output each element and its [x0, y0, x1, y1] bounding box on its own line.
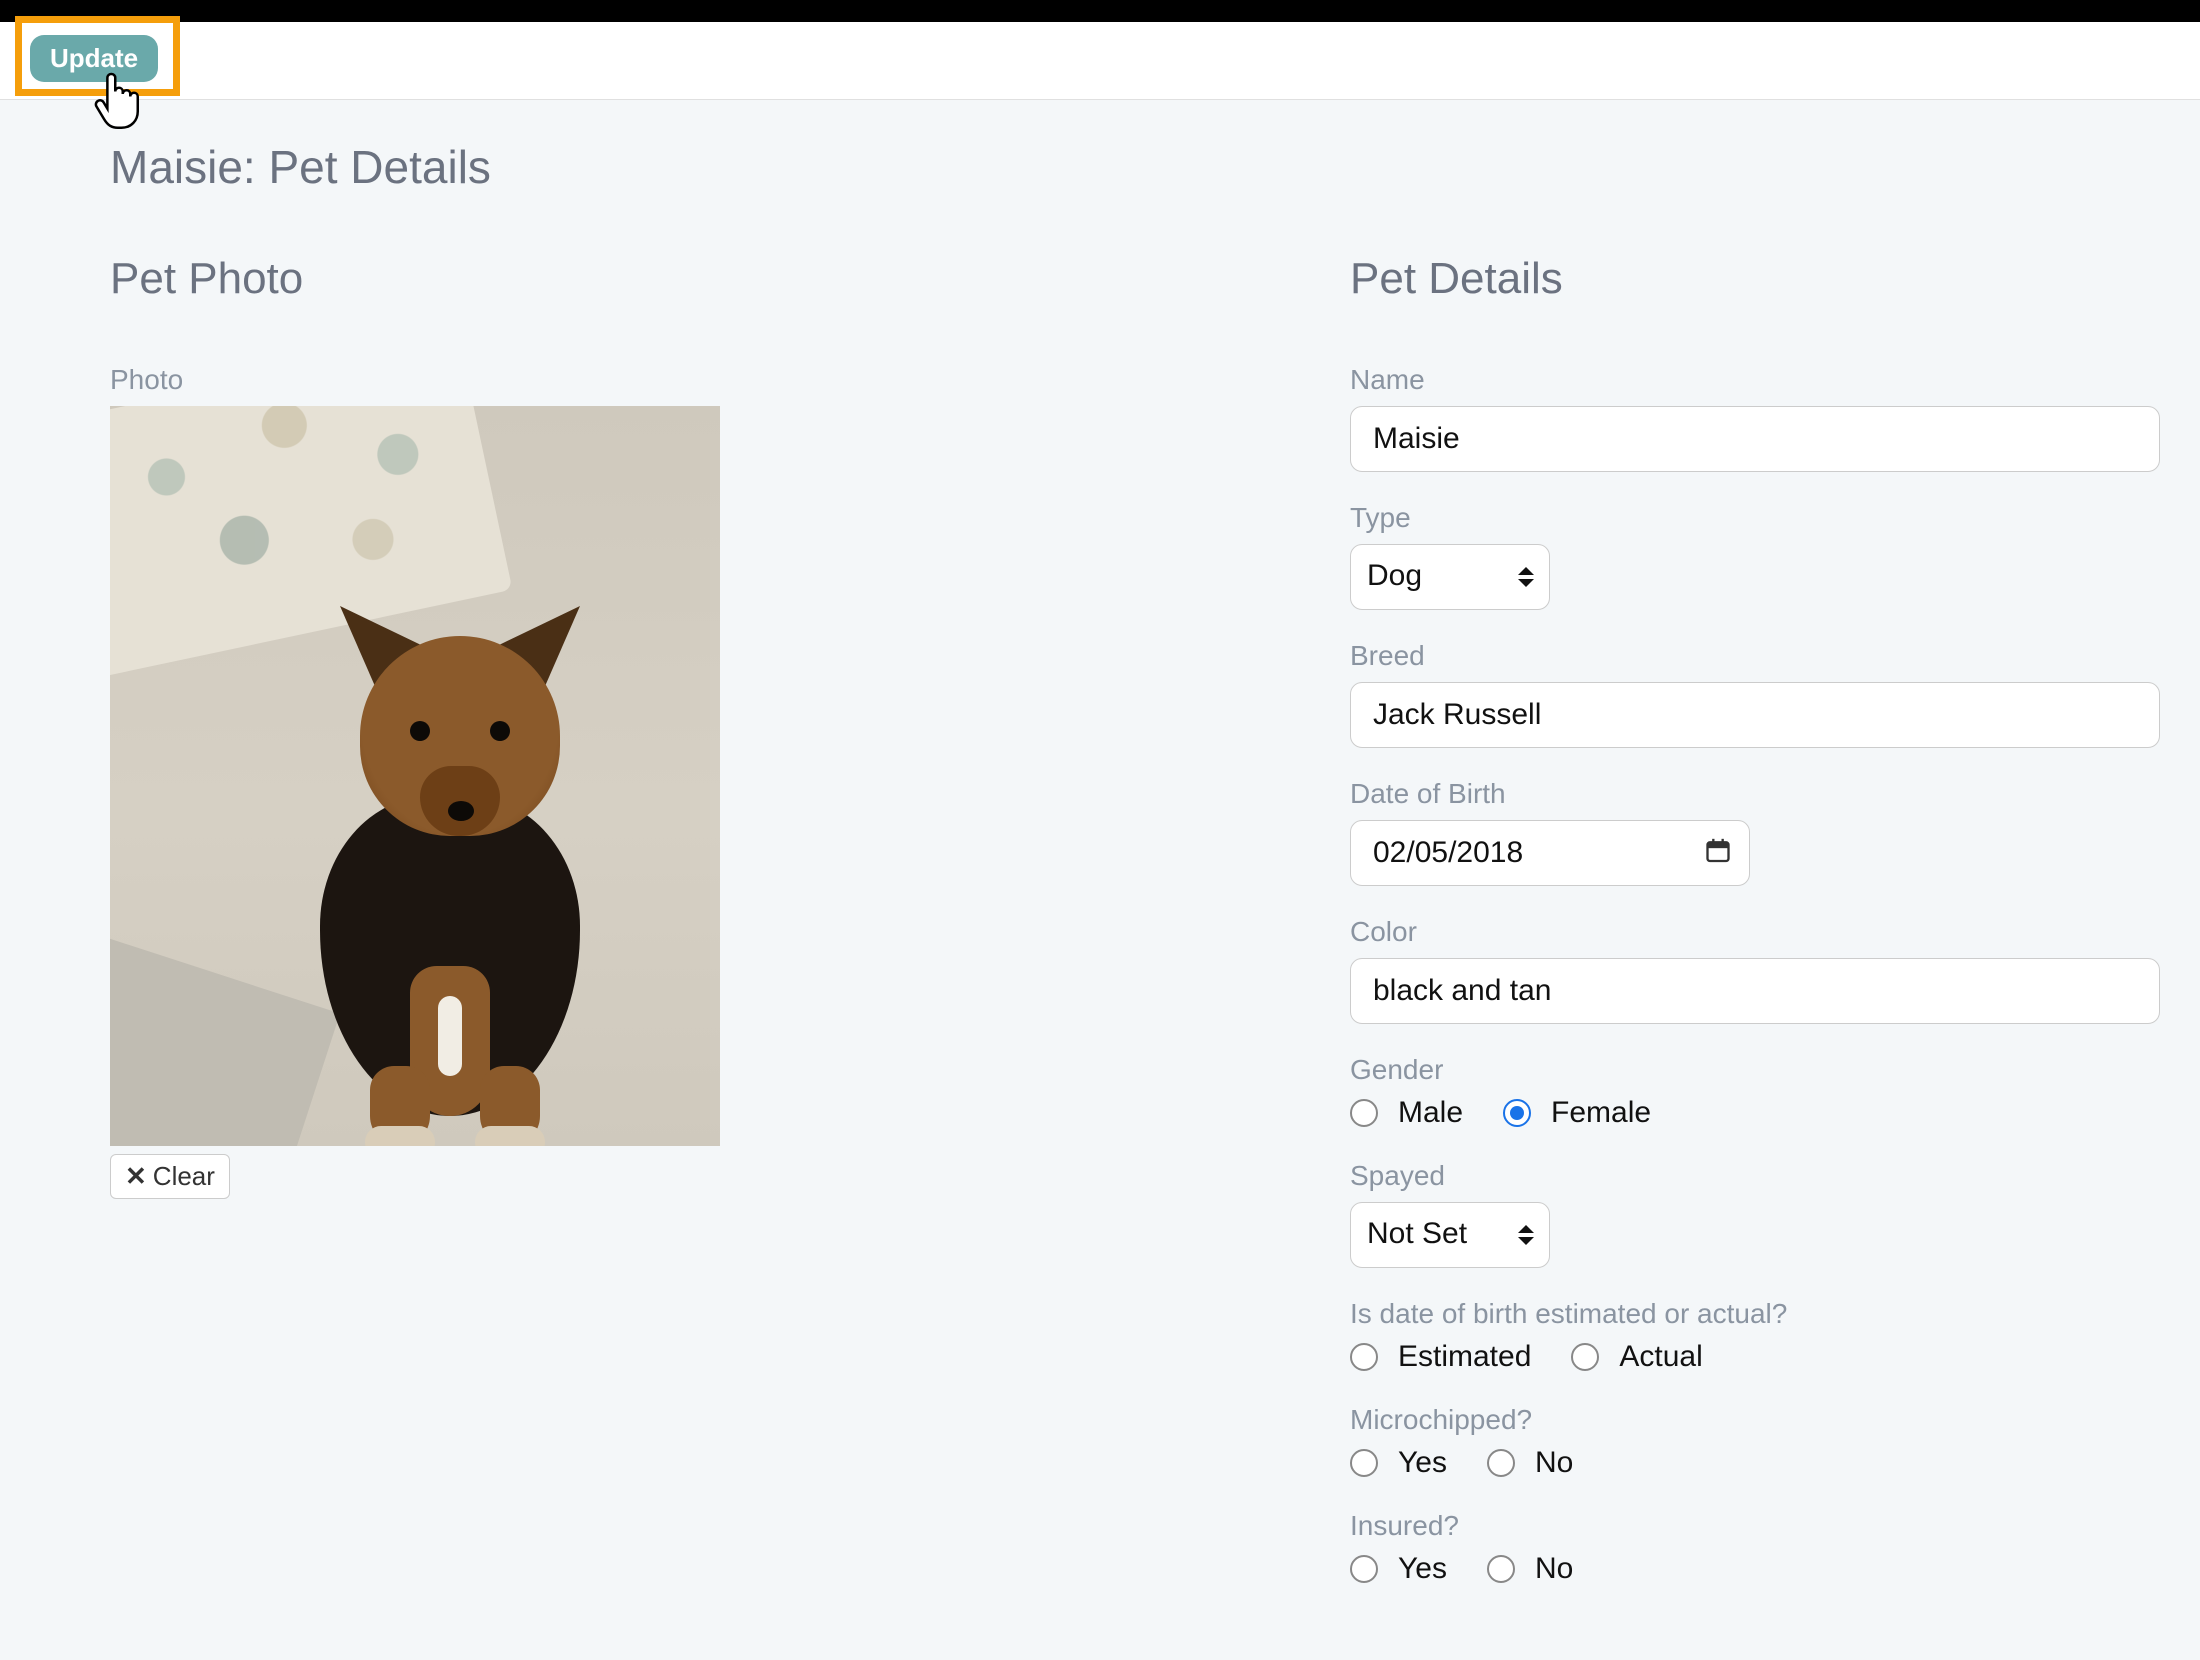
- dob-input[interactable]: [1350, 820, 1750, 886]
- clear-photo-label: Clear: [153, 1161, 215, 1192]
- spayed-label: Spayed: [1350, 1160, 2200, 1192]
- dob-actual-radio[interactable]: [1571, 1343, 1599, 1371]
- name-input[interactable]: [1350, 406, 2160, 472]
- dob-estimated-option-label: Estimated: [1398, 1340, 1531, 1374]
- microchipped-no-label: No: [1535, 1446, 1573, 1480]
- gender-male-label: Male: [1398, 1096, 1463, 1130]
- insured-yes-radio[interactable]: [1350, 1555, 1378, 1583]
- pet-photo[interactable]: [110, 406, 720, 1146]
- breed-input[interactable]: [1350, 682, 2160, 748]
- dob-label: Date of Birth: [1350, 778, 2200, 810]
- dob-actual-option-label: Actual: [1619, 1340, 1702, 1374]
- type-select[interactable]: Dog: [1350, 544, 1550, 610]
- microchipped-label: Microchipped?: [1350, 1404, 2200, 1436]
- microchipped-yes-label: Yes: [1398, 1446, 1447, 1480]
- microchipped-no-radio[interactable]: [1487, 1449, 1515, 1477]
- breed-label: Breed: [1350, 640, 2200, 672]
- pointer-cursor-icon: [93, 69, 145, 134]
- type-label: Type: [1350, 502, 2200, 534]
- photo-label: Photo: [110, 364, 1310, 396]
- microchipped-yes-radio[interactable]: [1350, 1449, 1378, 1477]
- color-label: Color: [1350, 916, 2200, 948]
- insured-no-label: No: [1535, 1552, 1573, 1586]
- gender-female-radio[interactable]: [1503, 1099, 1531, 1127]
- name-label: Name: [1350, 364, 2200, 396]
- dob-estimated-radio[interactable]: [1350, 1343, 1378, 1371]
- gender-female-label: Female: [1551, 1096, 1651, 1130]
- pet-photo-heading: Pet Photo: [110, 254, 1310, 304]
- clear-photo-button[interactable]: ✕ Clear: [110, 1154, 230, 1199]
- close-icon: ✕: [125, 1161, 147, 1192]
- toolbar: Update: [0, 22, 2200, 100]
- pet-details-heading: Pet Details: [1350, 254, 2200, 304]
- dob-estimated-label: Is date of birth estimated or actual?: [1350, 1298, 2200, 1330]
- gender-label: Gender: [1350, 1054, 2200, 1086]
- page-title: Maisie: Pet Details: [110, 140, 2200, 194]
- color-input[interactable]: [1350, 958, 2160, 1024]
- gender-male-radio[interactable]: [1350, 1099, 1378, 1127]
- insured-label: Insured?: [1350, 1510, 2200, 1542]
- insured-no-radio[interactable]: [1487, 1555, 1515, 1583]
- insured-yes-label: Yes: [1398, 1552, 1447, 1586]
- spayed-select[interactable]: Not Set: [1350, 1202, 1550, 1268]
- window-top-bar: [0, 0, 2200, 22]
